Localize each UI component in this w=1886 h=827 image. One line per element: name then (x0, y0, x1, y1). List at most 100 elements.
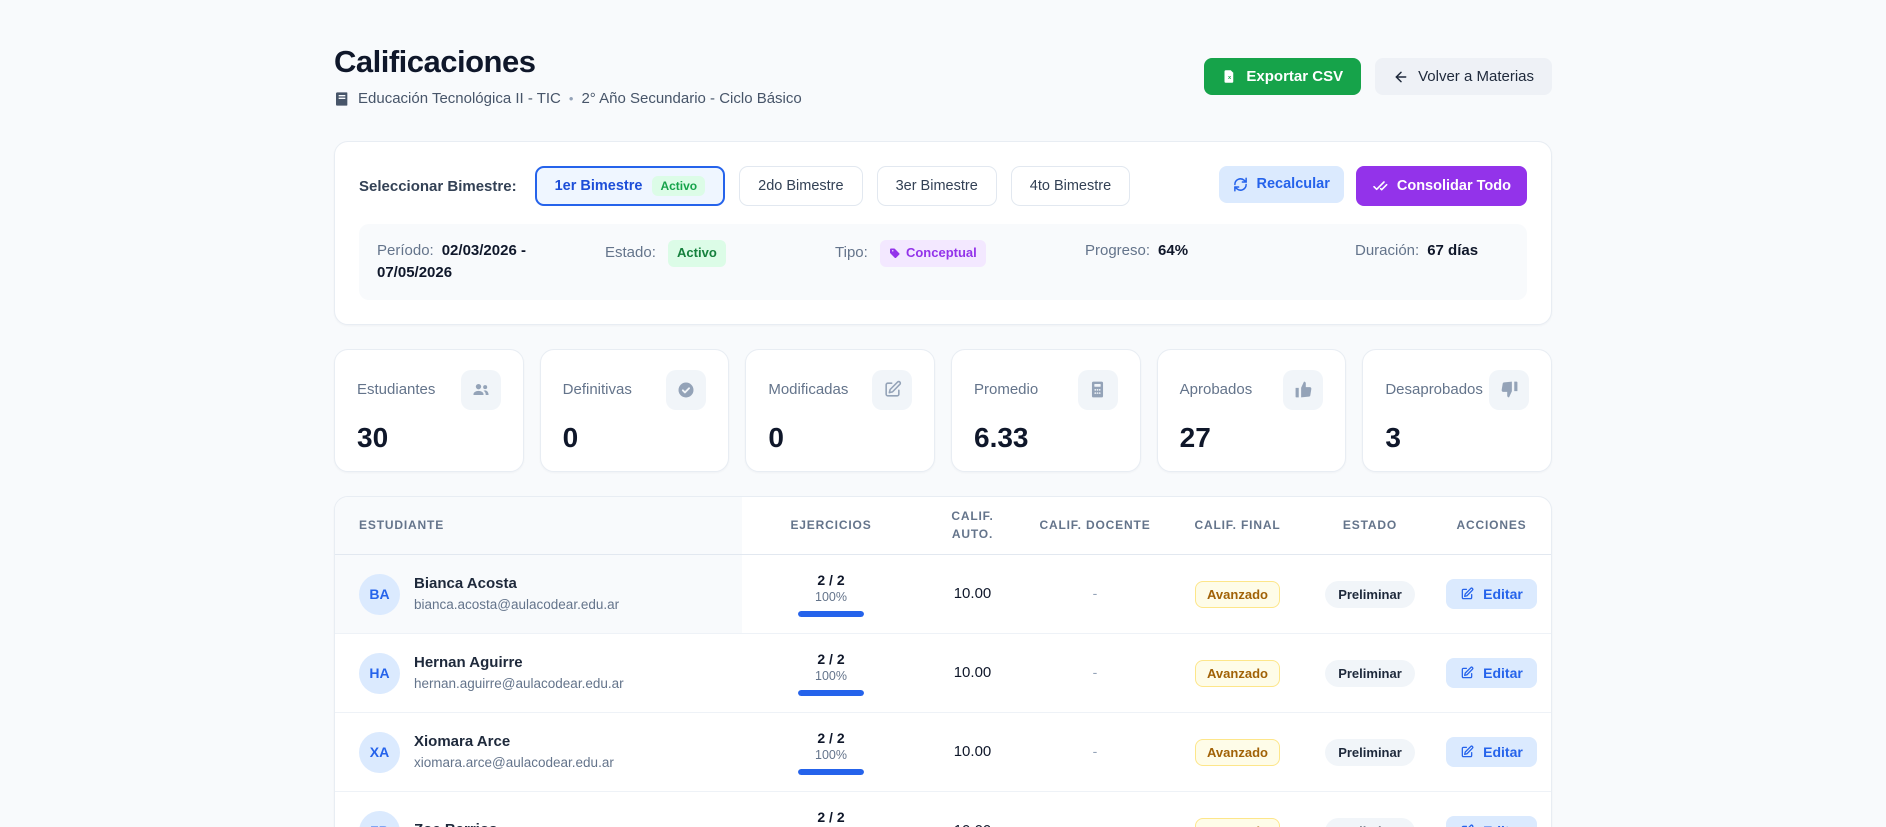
filter-actions: Recalcular Consolidar Todo (1219, 166, 1527, 206)
col-header-acciones: Acciones (1430, 497, 1552, 555)
bimestre-4-label: 4to Bimestre (1030, 178, 1111, 194)
calif-final-badge: Avanzado (1195, 660, 1280, 687)
calif-docente-value: - (1093, 585, 1098, 601)
grades-table-card: Estudiante Ejercicios Calif. Auto. Calif… (334, 496, 1552, 827)
bimestre-1-label: 1er Bimestre (555, 178, 643, 194)
periodo-label: Período: (377, 242, 434, 259)
title-block: Calificaciones Educación Tecnológica II … (334, 44, 802, 107)
select-bimestre-label: Seleccionar Bimestre: (359, 178, 517, 195)
progreso-label: Progreso: (1085, 242, 1150, 259)
bimestre-3-label: 3er Bimestre (896, 178, 978, 194)
stat-value: 30 (357, 422, 501, 454)
tipo-value: Conceptual (906, 244, 977, 263)
bimestre-button-group: 1er Bimestre Activo 2do Bimestre 3er Bim… (535, 166, 1131, 206)
edit-button[interactable]: Editar (1446, 816, 1537, 827)
duracion-info: Duración:67 días (1351, 240, 1513, 284)
bimestre-2-button[interactable]: 2do Bimestre (739, 166, 862, 206)
edit-button[interactable]: Editar (1446, 737, 1537, 767)
exercises-fraction: 2 / 2 (742, 572, 920, 588)
table-header-row: Estudiante Ejercicios Calif. Auto. Calif… (335, 497, 1552, 555)
grades-table: Estudiante Ejercicios Calif. Auto. Calif… (335, 497, 1552, 827)
stat-value: 6.33 (974, 422, 1118, 454)
calif-auto-value: 10.00 (954, 743, 992, 760)
stat-label: Definitivas (563, 381, 632, 398)
recalcular-label: Recalcular (1257, 177, 1330, 192)
bimestre-1-button[interactable]: 1er Bimestre Activo (535, 166, 726, 206)
calif-docente-value: - (1093, 664, 1098, 680)
edit-pencil-icon (1460, 666, 1474, 680)
bimestre-1-active-badge: Activo (652, 176, 705, 196)
consolidar-todo-button[interactable]: Consolidar Todo (1356, 166, 1527, 206)
edit-button[interactable]: Editar (1446, 658, 1537, 688)
exercises-percent: 100% (742, 590, 920, 604)
calificaciones-page: Calificaciones Educación Tecnológica II … (334, 0, 1552, 827)
col-header-calif-auto: Calif. Auto. (920, 497, 1025, 555)
calif-final-badge: Avanzado (1195, 739, 1280, 766)
exercises-percent: 100% (742, 748, 920, 762)
exercises-fraction: 2 / 2 (742, 809, 920, 825)
export-csv-button[interactable]: x Exportar CSV (1204, 58, 1361, 95)
bimestre-3-button[interactable]: 3er Bimestre (877, 166, 997, 206)
avatar: BA (359, 574, 400, 615)
edit-square-icon (872, 370, 912, 410)
subtitle-group: 2° Año Secundario - Ciclo Básico (581, 90, 801, 107)
back-label: Volver a Materias (1418, 69, 1534, 84)
edit-button[interactable]: Editar (1446, 579, 1537, 609)
check-circle-icon (666, 370, 706, 410)
avatar: HA (359, 653, 400, 694)
estado-badge: Preliminar (1325, 818, 1415, 827)
refresh-icon (1233, 177, 1248, 192)
progreso-value: 64% (1158, 242, 1188, 259)
edit-pencil-icon (1460, 745, 1474, 759)
calif-docente-value: - (1093, 743, 1098, 759)
stat-label: Modificadas (768, 381, 848, 398)
users-icon (461, 370, 501, 410)
bimestre-filter-card: Seleccionar Bimestre: 1er Bimestre Activ… (334, 141, 1552, 325)
calif-final-badge: Avanzado (1195, 581, 1280, 608)
estado-info: Estado: Activo (601, 240, 831, 284)
estado-badge: Preliminar (1325, 660, 1415, 687)
student-name: Xiomara Arce (414, 732, 614, 752)
periodo-info: Período:02/03/2026 - 07/05/2026 (373, 240, 601, 284)
bimestre-2-label: 2do Bimestre (758, 178, 843, 194)
col-header-ejercicios: Ejercicios (742, 497, 920, 555)
progress-bar (798, 690, 864, 696)
arrow-left-icon (1393, 69, 1409, 85)
progreso-info: Progreso: 64% (1081, 240, 1351, 284)
stat-label: Desaprobados (1385, 381, 1483, 398)
breadcrumb: Educación Tecnológica II - TIC • 2° Año … (334, 90, 802, 107)
bimestre-4-button[interactable]: 4to Bimestre (1011, 166, 1130, 206)
tipo-info: Tipo: Conceptual (831, 240, 1081, 284)
exercises-fraction: 2 / 2 (742, 730, 920, 746)
stat-card-aprobados: Aprobados 27 (1157, 349, 1347, 472)
stat-value: 3 (1385, 422, 1529, 454)
stat-value: 27 (1180, 422, 1324, 454)
student-name: Bianca Acosta (414, 574, 619, 594)
subtitle-separator: • (569, 91, 574, 106)
estado-label: Estado: (605, 244, 656, 261)
calif-docente-value: - (1093, 822, 1098, 827)
progress-bar (798, 769, 864, 775)
stat-card-promedio: Promedio 6.33 (951, 349, 1141, 472)
stat-card-modificadas: Modificadas 0 (745, 349, 935, 472)
calculator-icon (1078, 370, 1118, 410)
back-to-materias-button[interactable]: Volver a Materias (1375, 58, 1552, 95)
stat-card-definitivas: Definitivas 0 (540, 349, 730, 472)
double-check-icon (1372, 178, 1388, 194)
student-email: xiomara.arce@aulacodear.edu.ar (414, 754, 614, 772)
stat-value: 0 (768, 422, 912, 454)
consolidar-label: Consolidar Todo (1397, 179, 1511, 194)
student-name: Hernan Aguirre (414, 653, 624, 673)
recalcular-button[interactable]: Recalcular (1219, 166, 1344, 203)
header-actions: x Exportar CSV Volver a Materias (1204, 58, 1552, 95)
avatar: ZB (359, 811, 400, 827)
col-header-estudiante: Estudiante (335, 497, 742, 555)
estado-activo-badge: Activo (668, 240, 726, 267)
thumbs-down-icon (1489, 370, 1529, 410)
duracion-label: Duración: (1355, 242, 1419, 259)
stat-value: 0 (563, 422, 707, 454)
stat-card-estudiantes: Estudiantes 30 (334, 349, 524, 472)
subtitle-course: Educación Tecnológica II - TIC (358, 90, 561, 107)
table-row: HA Hernan Aguirre hernan.aguirre@aulacod… (335, 634, 1552, 713)
exercises-fraction: 2 / 2 (742, 651, 920, 667)
